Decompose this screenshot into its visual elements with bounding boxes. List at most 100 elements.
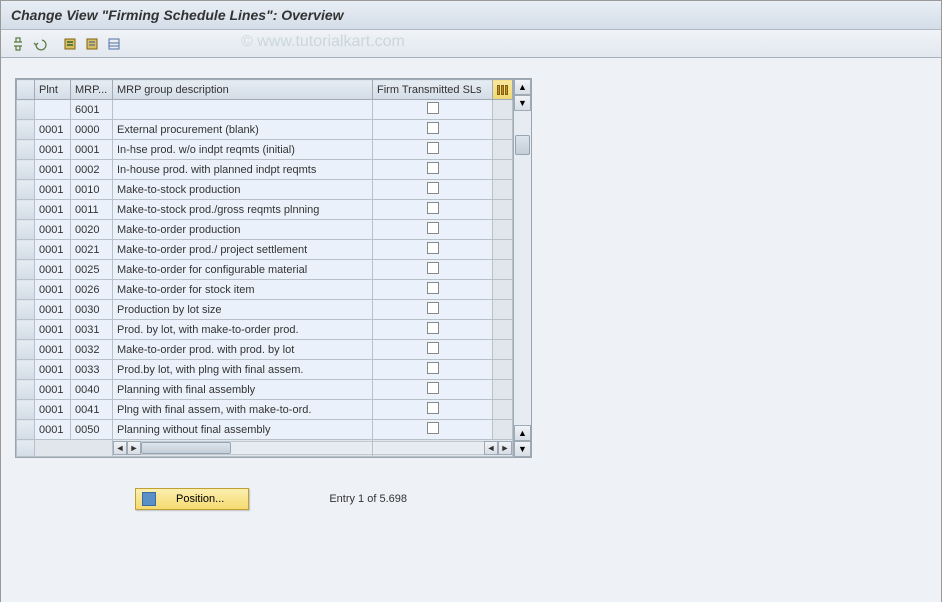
toggle-display-change-icon[interactable] (9, 35, 27, 53)
scroll-thumb[interactable] (515, 135, 530, 155)
scroll-left2-icon[interactable]: ◄ (484, 441, 498, 455)
cell-plnt[interactable]: 0001 (35, 260, 71, 280)
checkbox[interactable] (427, 262, 439, 274)
checkbox[interactable] (427, 142, 439, 154)
cell-plnt[interactable]: 0001 (35, 300, 71, 320)
scroll-up2-icon[interactable]: ▲ (514, 425, 531, 441)
cell-firm[interactable] (373, 320, 493, 340)
vertical-scrollbar[interactable]: ▲ ▼ ▲ ▼ (513, 79, 531, 457)
row-selector[interactable] (17, 200, 35, 220)
cell-plnt[interactable]: 0001 (35, 420, 71, 440)
cell-plnt[interactable] (35, 100, 71, 120)
checkbox[interactable] (427, 182, 439, 194)
column-header-mrp[interactable]: MRP... (71, 80, 113, 100)
deselect-all-icon[interactable] (83, 35, 101, 53)
cell-plnt[interactable]: 0001 (35, 380, 71, 400)
checkbox[interactable] (427, 422, 439, 434)
cell-plnt[interactable]: 0001 (35, 400, 71, 420)
checkbox[interactable] (427, 162, 439, 174)
cell-desc[interactable]: Make-to-stock prod./gross reqmts plnning (113, 200, 373, 220)
cell-desc[interactable]: Make-to-order prod./ project settlement (113, 240, 373, 260)
scroll-left-icon[interactable]: ◄ (113, 441, 127, 455)
horizontal-scrollbar[interactable]: ◄ ► (113, 440, 372, 456)
cell-firm[interactable] (373, 380, 493, 400)
scroll-right-small-icon[interactable]: ► (127, 441, 141, 455)
cell-plnt[interactable]: 0001 (35, 200, 71, 220)
checkbox[interactable] (427, 202, 439, 214)
cell-mrp[interactable]: 0032 (71, 340, 113, 360)
row-selector[interactable] (17, 240, 35, 260)
cell-plnt[interactable]: 0001 (35, 340, 71, 360)
checkbox[interactable] (427, 222, 439, 234)
row-selector-header[interactable] (17, 80, 35, 100)
cell-firm[interactable] (373, 160, 493, 180)
checkbox[interactable] (427, 362, 439, 374)
checkbox[interactable] (427, 342, 439, 354)
row-selector[interactable] (17, 120, 35, 140)
row-selector[interactable] (17, 380, 35, 400)
cell-mrp[interactable]: 0025 (71, 260, 113, 280)
cell-mrp[interactable]: 0031 (71, 320, 113, 340)
row-selector[interactable] (17, 320, 35, 340)
cell-plnt[interactable]: 0001 (35, 120, 71, 140)
cell-desc[interactable]: In-house prod. with planned indpt reqmts (113, 160, 373, 180)
scroll-down-small-icon[interactable]: ▼ (514, 95, 531, 111)
cell-desc[interactable]: Make-to-order production (113, 220, 373, 240)
row-selector[interactable] (17, 360, 35, 380)
row-selector[interactable] (17, 300, 35, 320)
cell-desc[interactable]: In-hse prod. w/o indpt reqmts (initial) (113, 140, 373, 160)
cell-mrp[interactable]: 0040 (71, 380, 113, 400)
column-header-desc[interactable]: MRP group description (113, 80, 373, 100)
cell-firm[interactable] (373, 200, 493, 220)
cell-mrp[interactable]: 0000 (71, 120, 113, 140)
cell-firm[interactable] (373, 420, 493, 440)
cell-desc[interactable]: Make-to-order for stock item (113, 280, 373, 300)
cell-mrp[interactable]: 0050 (71, 420, 113, 440)
cell-desc[interactable]: Planning without final assembly (113, 420, 373, 440)
cell-mrp[interactable]: 0021 (71, 240, 113, 260)
cell-firm[interactable] (373, 100, 493, 120)
column-header-firm[interactable]: Firm Transmitted SLs (373, 80, 493, 100)
scroll-right-icon[interactable]: ► (498, 441, 512, 455)
column-header-plnt[interactable]: Plnt (35, 80, 71, 100)
checkbox[interactable] (427, 242, 439, 254)
cell-firm[interactable] (373, 280, 493, 300)
cell-firm[interactable] (373, 140, 493, 160)
cell-desc[interactable]: Make-to-order for configurable material (113, 260, 373, 280)
cell-mrp[interactable]: 0026 (71, 280, 113, 300)
cell-mrp[interactable]: 6001 (71, 100, 113, 120)
cell-desc[interactable]: Make-to-stock production (113, 180, 373, 200)
cell-mrp[interactable]: 0010 (71, 180, 113, 200)
cell-firm[interactable] (373, 220, 493, 240)
row-selector[interactable] (17, 400, 35, 420)
row-selector[interactable] (17, 220, 35, 240)
cell-plnt[interactable]: 0001 (35, 240, 71, 260)
checkbox[interactable] (427, 322, 439, 334)
row-selector[interactable] (17, 180, 35, 200)
row-selector[interactable] (17, 340, 35, 360)
cell-firm[interactable] (373, 340, 493, 360)
cell-desc[interactable]: Make-to-order prod. with prod. by lot (113, 340, 373, 360)
cell-firm[interactable] (373, 400, 493, 420)
row-selector[interactable] (17, 100, 35, 120)
cell-mrp[interactable]: 0011 (71, 200, 113, 220)
cell-desc[interactable]: Production by lot size (113, 300, 373, 320)
position-button[interactable]: Position... (135, 488, 249, 510)
cell-plnt[interactable]: 0001 (35, 320, 71, 340)
checkbox[interactable] (427, 122, 439, 134)
cell-desc[interactable]: Prod.by lot, with plng with final assem. (113, 360, 373, 380)
checkbox[interactable] (427, 102, 439, 114)
cell-mrp[interactable]: 0002 (71, 160, 113, 180)
row-selector[interactable] (17, 420, 35, 440)
cell-plnt[interactable]: 0001 (35, 180, 71, 200)
cell-desc[interactable]: External procurement (blank) (113, 120, 373, 140)
cell-plnt[interactable]: 0001 (35, 280, 71, 300)
table-settings-icon[interactable] (105, 35, 123, 53)
cell-mrp[interactable]: 0041 (71, 400, 113, 420)
cell-plnt[interactable]: 0001 (35, 160, 71, 180)
checkbox[interactable] (427, 302, 439, 314)
cell-plnt[interactable]: 0001 (35, 220, 71, 240)
row-selector[interactable] (17, 260, 35, 280)
checkbox[interactable] (427, 382, 439, 394)
cell-firm[interactable] (373, 180, 493, 200)
